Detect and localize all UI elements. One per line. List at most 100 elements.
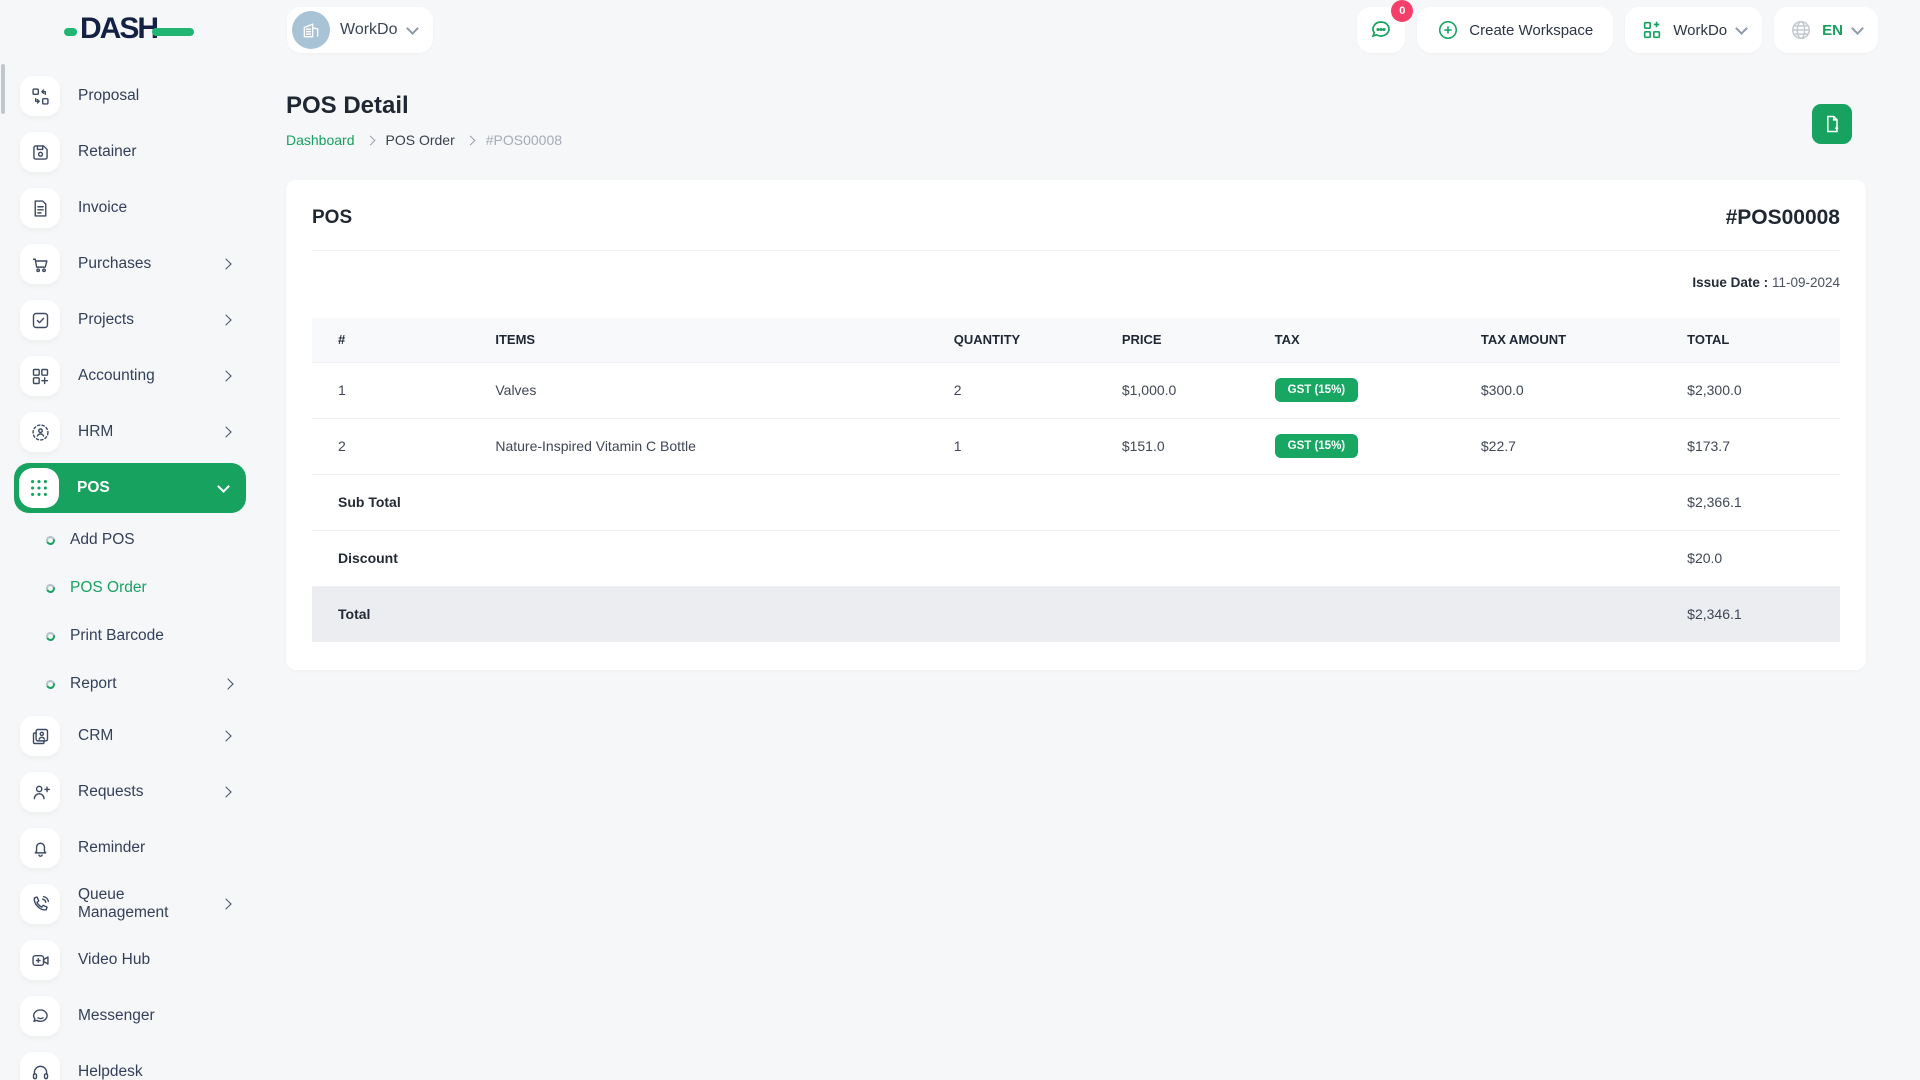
issue-date-value: 11-09-2024 xyxy=(1771,275,1840,290)
sidebar-item-proposal[interactable]: Proposal xyxy=(14,68,246,124)
chevron-right-icon xyxy=(220,786,232,798)
sidebar-item-label: Retainer xyxy=(78,143,137,160)
tax-badge: GST (15%) xyxy=(1274,434,1359,458)
chevron-down-icon xyxy=(405,21,419,35)
workdo-menu-label: WorkDo xyxy=(1673,21,1728,39)
globe-icon xyxy=(1792,21,1811,39)
total-row: Total $2,346.1 xyxy=(312,585,1840,642)
pos-icon xyxy=(19,468,59,508)
table-cell: $22.7 xyxy=(1480,417,1688,474)
topbar: DASH WorkDo 0 Create Workspace WorkDo EN xyxy=(0,0,1920,60)
logo-accent-bar xyxy=(152,28,194,36)
chevron-right-icon xyxy=(220,258,232,270)
sidebar-item-projects[interactable]: Projects xyxy=(14,292,246,348)
sidebar-item-video-hub[interactable]: Video Hub xyxy=(14,932,246,988)
sidebar-item-reminder[interactable]: Reminder xyxy=(14,820,246,876)
sidebar-item-label: Purchases xyxy=(78,255,152,272)
workspace-avatar xyxy=(292,11,330,49)
duplicate-pos-button[interactable] xyxy=(1812,104,1852,144)
table-row: 2 Nature-Inspired Vitamin C Bottle 1 $151.0… xyxy=(312,417,1840,474)
tax-cell: GST (15%) xyxy=(1274,417,1481,474)
sidebar-item-label: Requests xyxy=(78,783,144,800)
sidebar-subitem-print-barcode[interactable]: Print Barcode xyxy=(14,612,246,660)
sidebar-subitem-report[interactable]: Report xyxy=(14,660,246,708)
tax-cell: GST (15%) xyxy=(1274,361,1481,418)
chevron-right-icon xyxy=(365,135,375,145)
breadcrumb-dashboard-link[interactable]: Dashboard xyxy=(286,132,355,148)
table-header-cell: TAX AMOUNT xyxy=(1480,318,1688,362)
invoice-icon xyxy=(20,188,60,228)
dash-logo: DASH xyxy=(64,14,194,46)
sidebar-item-invoice[interactable]: Invoice xyxy=(14,180,246,236)
sidebar-item-accounting[interactable]: Accounting xyxy=(14,348,246,404)
summary-label-cell: Total xyxy=(312,585,1688,642)
bullet-icon xyxy=(44,534,57,546)
sidebar-item-label: Proposal xyxy=(78,87,140,104)
language-selector[interactable]: EN xyxy=(1774,7,1878,53)
workspace-name: WorkDo xyxy=(340,21,398,38)
table-cell: $300.0 xyxy=(1480,361,1688,418)
tax-badge: GST (15%) xyxy=(1274,378,1359,402)
crm-icon xyxy=(20,716,60,756)
sidebar-item-label: Queue Management xyxy=(78,886,169,921)
messenger-icon xyxy=(20,996,60,1036)
messages-count-badge: 0 xyxy=(1391,0,1414,22)
sidebar-item-purchases[interactable]: Purchases xyxy=(14,236,246,292)
workdo-menu-button[interactable]: WorkDo xyxy=(1625,7,1763,53)
sidebar-item-label: CRM xyxy=(78,727,114,744)
summary-label: Discount xyxy=(338,550,398,566)
accounting-icon xyxy=(20,356,60,396)
proposal-icon xyxy=(20,76,60,116)
table-cell: 2 xyxy=(953,361,1122,418)
summary-row: Sub Total $2,366.1 xyxy=(312,473,1840,530)
main-content: POS Detail Dashboard POS Order #POS00008… xyxy=(286,92,1866,670)
sidebar: Proposal Retainer Invoice Purchases Projects… xyxy=(0,60,260,1080)
grid-plus-icon xyxy=(1644,21,1661,39)
issue-date-label: Issue Date : xyxy=(1692,275,1769,290)
sidebar-item-helpdesk[interactable]: Helpdesk xyxy=(14,1044,246,1080)
chevron-down-icon xyxy=(217,479,230,493)
bullet-icon xyxy=(44,630,57,642)
file-plus-icon xyxy=(1827,115,1839,133)
sidebar-item-retainer[interactable]: Retainer xyxy=(14,124,246,180)
table-cell: 2 xyxy=(312,417,496,474)
table-cell: $151.0 xyxy=(1121,417,1275,474)
messages-button[interactable]: 0 xyxy=(1357,0,1414,53)
retainer-icon xyxy=(20,132,60,172)
chevron-right-icon xyxy=(220,730,232,742)
breadcrumb-pos-order[interactable]: POS Order xyxy=(386,132,455,148)
chevron-right-icon xyxy=(220,426,232,438)
sidebar-item-label: HRM xyxy=(78,423,114,440)
sidebar-item-messenger[interactable]: Messenger xyxy=(14,988,246,1044)
table-cell: 1 xyxy=(953,417,1122,474)
table-cell: $2,300.0 xyxy=(1687,361,1840,418)
create-workspace-button[interactable]: Create Workspace xyxy=(1417,7,1614,53)
workspace-switcher[interactable]: WorkDo xyxy=(287,7,433,53)
bullet-icon xyxy=(44,582,57,594)
chevron-right-icon xyxy=(222,678,234,690)
sidebar-item-label: Accounting xyxy=(78,367,155,384)
sidebar-item-requests[interactable]: Requests xyxy=(14,764,246,820)
sidebar-item-label: Helpdesk xyxy=(78,1063,143,1080)
purchases-icon xyxy=(20,244,60,284)
sidebar-item-label: Messenger xyxy=(78,1007,155,1024)
breadcrumb: Dashboard POS Order #POS00008 xyxy=(286,132,1866,148)
plus-circle-icon xyxy=(1439,20,1458,40)
summary-value-cell: $2,346.1 xyxy=(1687,585,1840,642)
sidebar-item-hrm[interactable]: HRM xyxy=(14,404,246,460)
sidebar-item-crm[interactable]: CRM xyxy=(14,708,246,764)
sidebar-subitem-pos-order[interactable]: POS Order xyxy=(14,564,246,612)
sidebar-item-label: Projects xyxy=(78,311,134,328)
card-title: POS xyxy=(312,207,353,228)
sidebar-item-pos[interactable]: POS xyxy=(14,463,246,513)
table-header-row: # ITEMS QUANTITY PRICE TAX TAX AMOUNT TOTAL xyxy=(312,318,1840,362)
sidebar-subitem-add-pos[interactable]: Add POS xyxy=(14,516,246,564)
table-cell: 1 xyxy=(312,361,496,418)
video-icon xyxy=(20,940,60,980)
sidebar-item-label: Video Hub xyxy=(78,951,151,968)
table-row: 1 Valves 2 $1,000.0 GST (15%) $300.0 $2,300.0 xyxy=(312,361,1840,418)
summary-label-cell: Discount xyxy=(312,529,1688,586)
language-label: EN xyxy=(1822,21,1843,39)
sidebar-subitem-label: POS Order xyxy=(70,579,147,596)
sidebar-item-queue-management[interactable]: Queue Management xyxy=(14,876,246,932)
